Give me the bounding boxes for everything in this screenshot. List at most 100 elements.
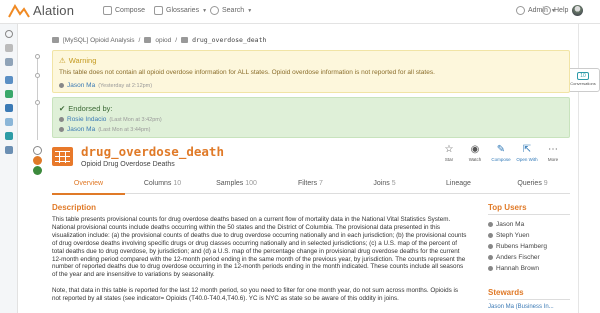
tab-label: Overview <box>73 180 104 187</box>
spreadsheet-icon[interactable] <box>5 90 13 98</box>
compose-icon: ✎ <box>496 144 506 155</box>
warning-status-icon[interactable] <box>33 156 42 165</box>
endorsed-title: ✔ Endorsed by: <box>59 104 113 113</box>
conversations-label: Conversations <box>570 81 596 86</box>
tab-queries[interactable]: Queries 9 <box>496 180 569 187</box>
tab-count: 9 <box>543 180 548 187</box>
stewards-heading: Stewards <box>488 288 524 297</box>
database-icon[interactable] <box>5 76 13 84</box>
warning-title: ⚠ Warning <box>59 56 96 65</box>
top-users-heading: Top Users <box>488 203 527 212</box>
page-subtitle[interactable]: Opioid Drug Overdose Deaths <box>81 161 175 168</box>
tab-label: Queries <box>517 180 542 187</box>
endorsed-status-icon[interactable] <box>33 166 42 175</box>
brand-name: Alation <box>33 3 75 18</box>
user-icon <box>488 233 493 238</box>
search-icon[interactable] <box>5 30 13 38</box>
endorsed-flag: ✔ Endorsed by: Rosie Indacio (Last Mon a… <box>52 97 570 138</box>
search-nav[interactable]: Search ▼ <box>210 6 252 15</box>
chart-icon[interactable] <box>5 146 13 154</box>
more-label: More <box>547 157 559 162</box>
description-heading: Description <box>52 203 97 212</box>
datasource-icon <box>52 37 59 43</box>
tab-samples[interactable]: Samples 100 <box>200 180 273 187</box>
timeline-dot <box>35 54 40 59</box>
user-icon <box>488 266 493 271</box>
endorser-name[interactable]: Jason Ma <box>67 126 95 133</box>
compose-nav[interactable]: Compose <box>103 6 145 15</box>
search-nav-label: Search <box>222 7 245 14</box>
list-icon[interactable] <box>5 58 13 66</box>
divider <box>488 299 570 300</box>
timeline-dot <box>35 100 40 105</box>
description-body[interactable]: This table presents provisional counts f… <box>52 216 468 311</box>
top-user-item[interactable]: Rubens Hamberg <box>488 243 547 250</box>
tab-label: Columns <box>143 180 172 187</box>
endorser-time: (Last Mon at 3:44pm) <box>98 126 151 133</box>
more-button[interactable]: ⋯ More <box>538 144 568 162</box>
tab-label: Lineage <box>446 180 471 187</box>
help-icon <box>542 6 551 15</box>
user-icon <box>59 117 64 122</box>
alation-logo-icon <box>8 3 30 18</box>
steward-item[interactable]: Jason Ma (Business In... <box>488 304 554 310</box>
chevron-down-icon: ▼ <box>247 7 253 14</box>
breadcrumb-table: drug_overdose_death <box>192 36 267 44</box>
endorser-row: Rosie Indacio (Last Mon at 3:42pm) <box>59 116 162 123</box>
help-label: Help <box>554 7 569 14</box>
tab-filters[interactable]: Filters 7 <box>274 180 347 187</box>
chat-icon[interactable] <box>5 132 13 140</box>
table-icon <box>181 37 189 43</box>
breadcrumb-schema[interactable]: opiod <box>155 37 171 44</box>
user-icon <box>59 83 64 88</box>
schema-icon <box>144 37 152 43</box>
warning-flag: ⚠ Warning This table does not contain al… <box>52 50 570 93</box>
tab-label: Joins <box>373 180 390 187</box>
endorser-name[interactable]: Rosie Indacio <box>67 116 106 123</box>
document-icon[interactable] <box>5 104 13 112</box>
tab-joins[interactable]: Joins 5 <box>348 180 421 187</box>
conversations-button[interactable]: 10 Conversations <box>566 68 600 92</box>
top-user-item[interactable]: Anders Fischer <box>488 254 540 261</box>
divider <box>488 214 570 215</box>
top-user-name: Hannah Brown <box>496 265 539 272</box>
description-paragraph: Note, that data in this table is reporte… <box>52 287 459 303</box>
tab-overview[interactable]: Overview <box>52 180 125 187</box>
tab-count: 7 <box>319 180 323 187</box>
top-user-item[interactable]: Jason Ma <box>488 221 524 228</box>
info-icon[interactable] <box>33 146 42 155</box>
top-navbar: Alation Compose Glossaries ▼ Search ▼ Ad… <box>0 0 600 24</box>
endorser-row: Jason Ma (Last Mon at 3:44pm) <box>59 126 150 133</box>
endorsed-title-text: Endorsed by: <box>68 104 113 113</box>
gear-icon <box>516 6 525 15</box>
top-user-name: Rubens Hamberg <box>496 243 547 250</box>
endorser-time: (Last Mon at 3:42pm) <box>109 116 162 123</box>
breadcrumb-source[interactable]: [MySQL] Opioid Analysis <box>63 37 135 44</box>
page-title: drug_overdose_death <box>81 144 224 159</box>
grid-icon[interactable] <box>5 44 13 52</box>
left-sidebar <box>0 24 18 313</box>
top-user-item[interactable]: Steph Yuen <box>488 232 530 239</box>
query-icon[interactable] <box>5 118 13 126</box>
alation-logo[interactable]: Alation <box>8 3 74 18</box>
breadcrumb-separator: / <box>138 36 141 44</box>
tab-columns[interactable]: Columns 10 <box>126 180 199 187</box>
more-icon: ⋯ <box>548 144 558 155</box>
glossaries-nav[interactable]: Glossaries ▼ <box>154 6 207 15</box>
user-avatar[interactable] <box>572 5 583 16</box>
tab-label: Filters <box>298 180 318 187</box>
conversations-count: 10 <box>577 72 589 80</box>
tab-bar: Overview Columns 10 Samples 100 Filters … <box>52 178 570 194</box>
glossaries-nav-label: Glossaries <box>166 7 200 14</box>
tab-count: 100 <box>245 180 257 187</box>
top-user-item[interactable]: Hannah Brown <box>488 265 539 272</box>
breadcrumb-separator: / <box>175 36 178 44</box>
external-link-icon: ⇱ <box>522 144 532 155</box>
glossary-icon <box>154 6 163 15</box>
table-icon <box>52 147 73 166</box>
tab-lineage[interactable]: Lineage <box>422 180 495 187</box>
warning-meta: Jason Ma (Yesterday at 2:12pm) <box>59 82 152 89</box>
warning-author[interactable]: Jason Ma <box>67 82 95 89</box>
eye-icon: ◉ <box>470 144 480 155</box>
warning-title-text: Warning <box>68 56 97 65</box>
